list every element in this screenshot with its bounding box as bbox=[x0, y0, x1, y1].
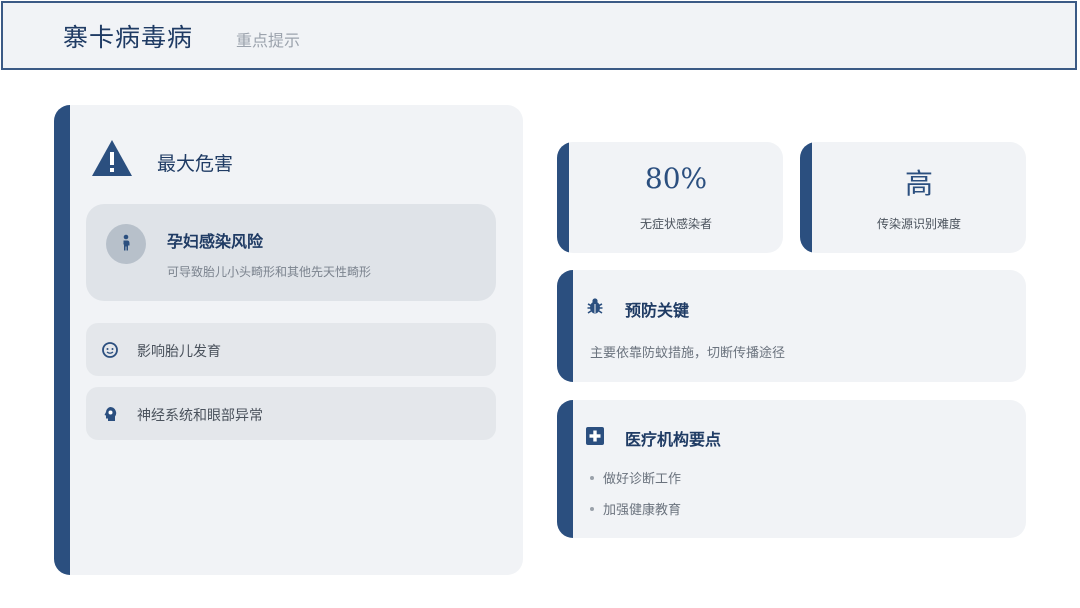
stat-card-asymptomatic: 80% 无症状感染者 bbox=[557, 142, 783, 253]
prevention-title: 预防关键 bbox=[625, 301, 690, 320]
risk-title: 孕妇感染风险 bbox=[167, 232, 264, 251]
prevention-text: 主要依靠防蚊措施，切断传播途径 bbox=[590, 346, 786, 361]
bug-icon bbox=[587, 298, 603, 314]
medical-cross-icon bbox=[586, 427, 604, 445]
pregnancy-risk-box: 孕妇感染风险 可导致胎儿小头畸形和其他先天性畸形 bbox=[86, 204, 496, 301]
card-accent-bar bbox=[800, 142, 812, 253]
bullet-text: 加强健康教育 bbox=[603, 503, 682, 518]
bullet-item: 加强健康教育 bbox=[590, 499, 681, 518]
stat-value: 高 bbox=[904, 167, 933, 200]
prevention-card: 预防关键 主要依靠防蚊措施，切断传播途径 bbox=[557, 270, 1026, 382]
brain-head-icon bbox=[104, 406, 117, 421]
page-subtitle: 重点提示 bbox=[236, 31, 301, 50]
list-item-label: 神经系统和眼部异常 bbox=[137, 408, 263, 424]
hospital-title: 医疗机构要点 bbox=[625, 430, 722, 449]
bullet-dot bbox=[590, 475, 594, 480]
list-item: 神经系统和眼部异常 bbox=[86, 387, 496, 440]
pregnant-person-icon bbox=[106, 224, 146, 264]
risk-description: 可导致胎儿小头畸形和其他先天性畸形 bbox=[167, 265, 372, 279]
bullet-item: 做好诊断工作 bbox=[590, 468, 681, 487]
stat-value: 80% bbox=[644, 162, 708, 195]
header-bar: 寨卡病毒病 重点提示 bbox=[1, 1, 1077, 70]
hospital-card: 医疗机构要点 做好诊断工作 加强健康教育 bbox=[557, 400, 1026, 538]
card-accent-bar bbox=[557, 270, 573, 382]
card-accent-bar bbox=[54, 105, 70, 575]
card-accent-bar bbox=[557, 142, 569, 253]
stat-label: 传染源识别难度 bbox=[876, 217, 961, 231]
bullet-text: 做好诊断工作 bbox=[603, 472, 682, 487]
baby-face-icon bbox=[102, 342, 118, 358]
harm-card: 最大危害 孕妇感染风险 可导致胎儿小头畸形和其他先天性畸形 影响胎儿发育 神经系… bbox=[54, 105, 523, 575]
harm-heading: 最大危害 bbox=[157, 153, 234, 175]
page-title: 寨卡病毒病 bbox=[63, 23, 194, 52]
warning-triangle-icon bbox=[92, 140, 132, 176]
stat-card-difficulty: 高 传染源识别难度 bbox=[800, 142, 1026, 253]
list-item: 影响胎儿发育 bbox=[86, 323, 496, 376]
list-item-label: 影响胎儿发育 bbox=[137, 344, 221, 360]
stat-label: 无症状感染者 bbox=[639, 217, 712, 231]
card-accent-bar bbox=[557, 400, 573, 538]
bullet-dot bbox=[590, 506, 594, 511]
